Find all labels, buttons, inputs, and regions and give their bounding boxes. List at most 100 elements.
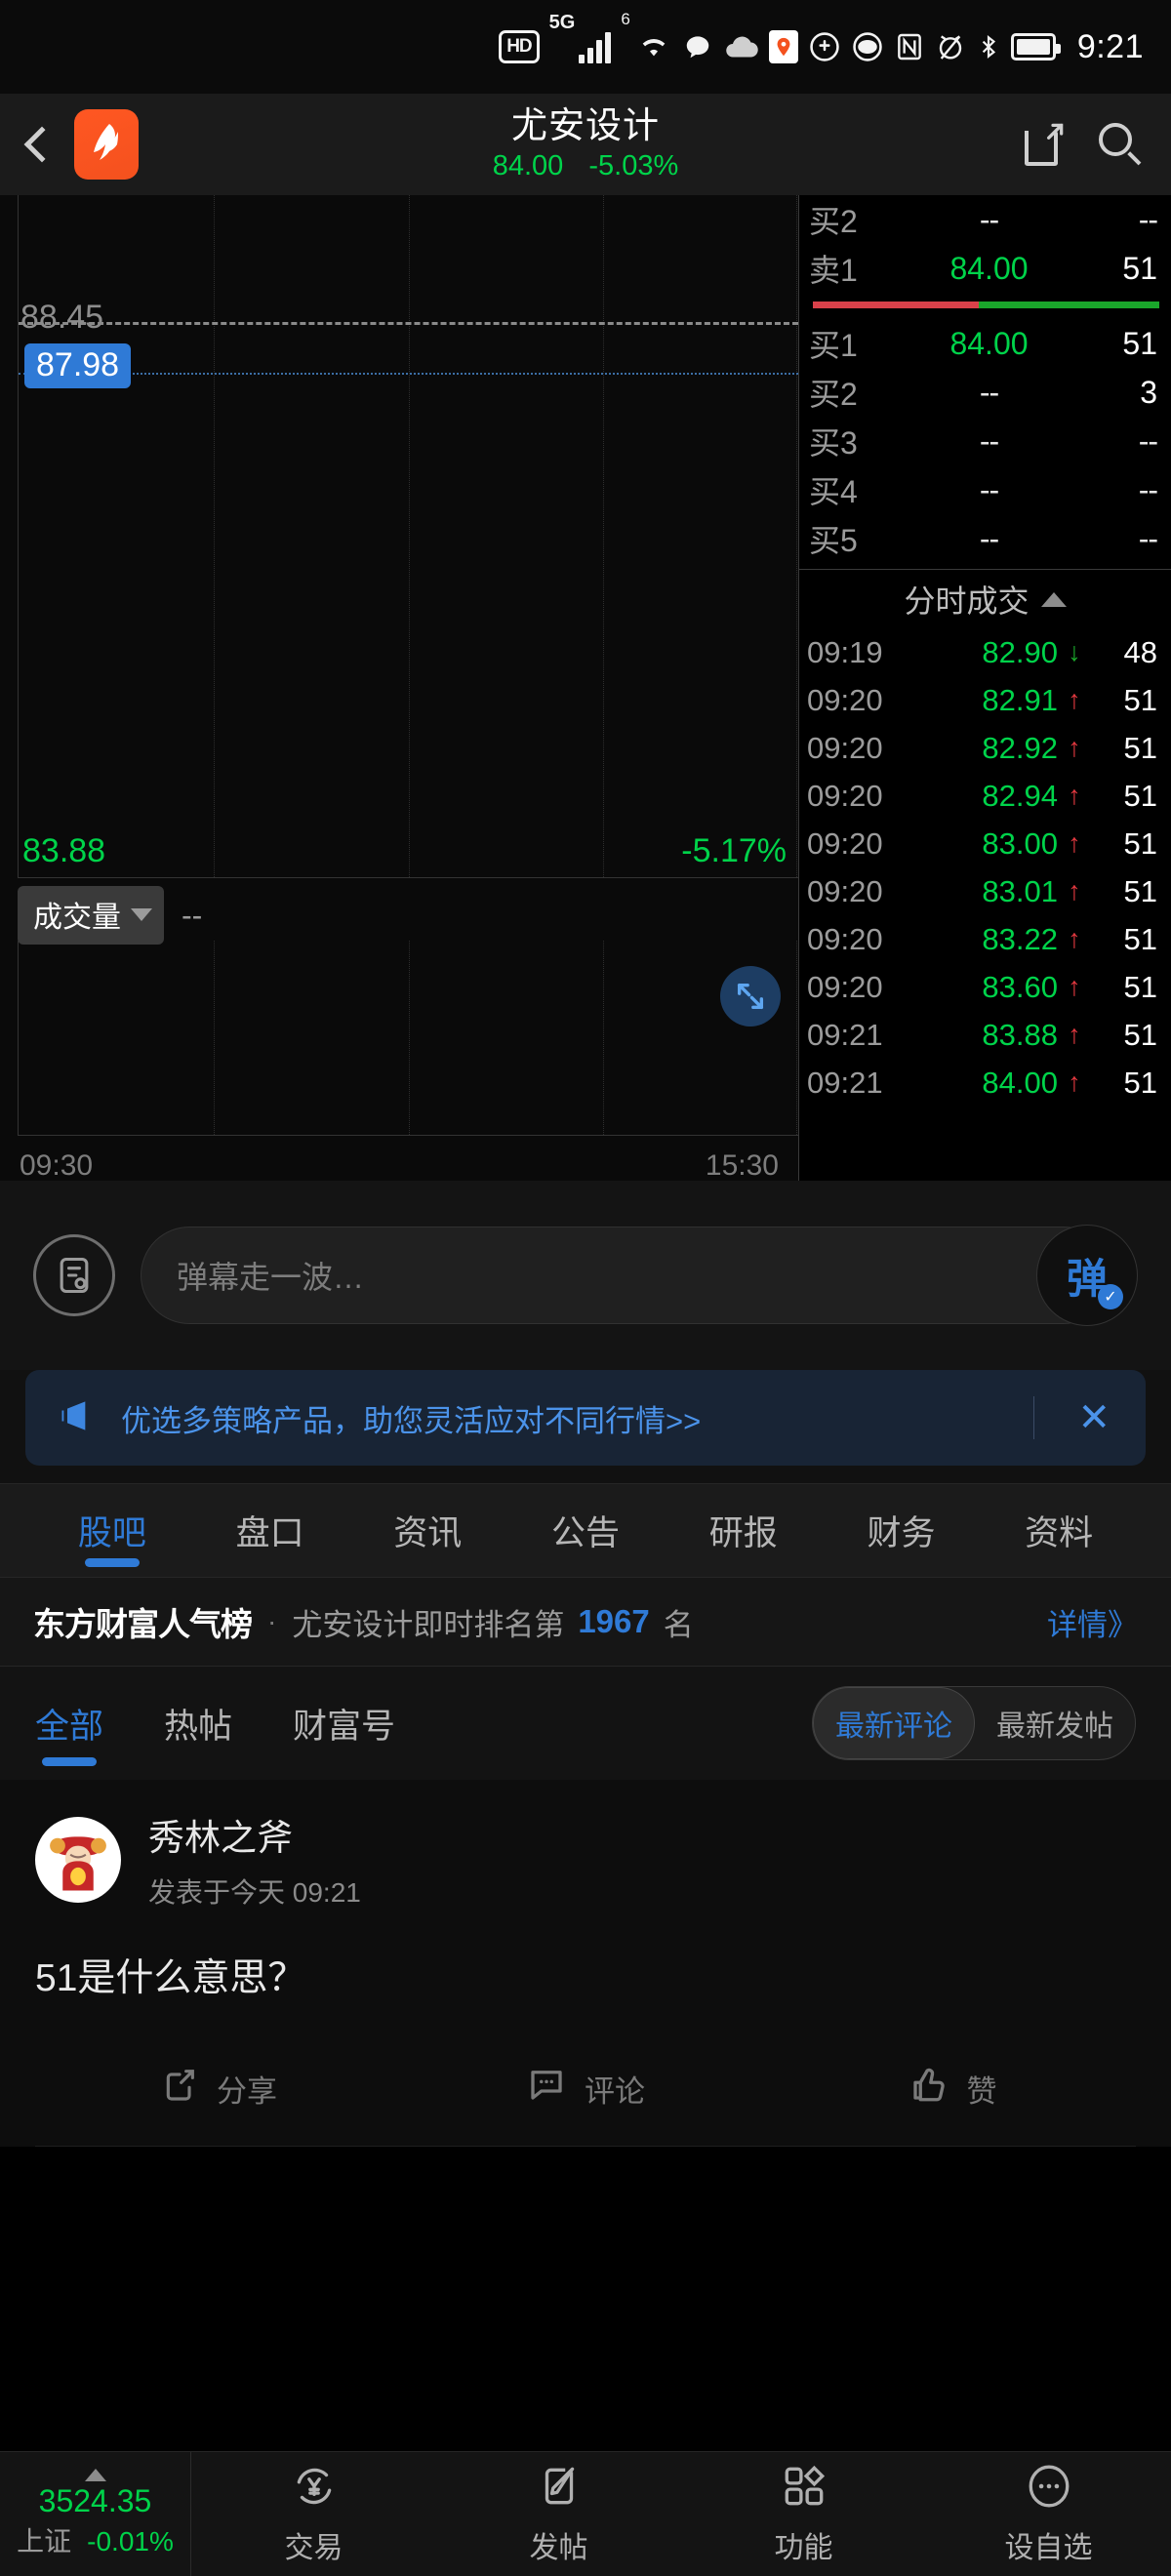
orderbook-row[interactable]: 买3 -- -- xyxy=(799,417,1171,465)
tab-caiwu[interactable]: 财务 xyxy=(823,1484,981,1577)
ad-divider xyxy=(1033,1396,1035,1439)
index-summary[interactable]: 3524.35 上证 -0.01% xyxy=(0,2452,191,2576)
page-title: 尤安设计 xyxy=(511,105,660,146)
orderbook-row-price: -- xyxy=(979,423,999,459)
buy-sell-ratio-bar xyxy=(813,302,1159,308)
caret-up-icon xyxy=(84,2469,106,2481)
tick-list-header[interactable]: 分时成交 xyxy=(799,570,1171,628)
close-icon[interactable]: ✕ xyxy=(1056,1395,1114,1440)
orderbook-row[interactable]: 买4 -- -- xyxy=(799,465,1171,514)
check-icon: ✓ xyxy=(1098,1284,1123,1309)
filter-tab-hot[interactable]: 热帖 xyxy=(164,1667,232,1780)
tab-label: 财务 xyxy=(867,1514,936,1552)
danmu-placeholder: 弹幕走一波… xyxy=(177,1260,365,1295)
orderbook-row-volume: 51 xyxy=(1122,325,1157,361)
share-icon[interactable] xyxy=(1025,123,1064,166)
post-content[interactable]: 51是什么意思？ xyxy=(35,1953,1136,2005)
volume-indicator-label: 成交量 xyxy=(33,902,121,934)
back-button[interactable] xyxy=(23,126,61,163)
tick-time: 09:19 xyxy=(807,634,883,669)
orderbook-row-price: -- xyxy=(979,471,999,507)
sort-latest-post[interactable]: 最新发帖 xyxy=(975,1687,1135,1759)
tick-time: 09:20 xyxy=(807,825,883,861)
compose-icon xyxy=(535,2462,584,2516)
tick-direction-up-icon: ↑ xyxy=(1068,781,1081,810)
tick-row: 09:20 83.60 ↑ 51 xyxy=(799,963,1171,1011)
nav-trade[interactable]: 交易 xyxy=(191,2462,436,2566)
ratio-sell-segment xyxy=(813,302,980,308)
tick-time: 09:20 xyxy=(807,873,883,908)
tab-guba[interactable]: 股吧 xyxy=(33,1484,191,1577)
post-like-button[interactable]: 赞 xyxy=(769,2064,1136,2113)
nav-watchlist[interactable]: 设自选 xyxy=(926,2462,1171,2566)
signal-bars-icon xyxy=(579,30,612,63)
tick-time: 09:20 xyxy=(807,969,883,1004)
index-name: 上证 xyxy=(17,2526,72,2556)
orderbook-row[interactable]: 买1 84.00 51 xyxy=(799,319,1171,368)
network-type-label: 5G xyxy=(548,12,576,33)
tick-volume: 51 xyxy=(1123,825,1157,861)
tick-price: 82.90 xyxy=(982,634,1058,669)
tick-row: 09:20 83.01 ↑ 51 xyxy=(799,867,1171,915)
tab-ziliao[interactable]: 资料 xyxy=(980,1484,1138,1577)
post-divider xyxy=(35,2146,1136,2148)
filter-tab-caifuhao[interactable]: 财富号 xyxy=(293,1667,395,1780)
tab-label: 资料 xyxy=(1025,1514,1094,1552)
post-timestamp: 发表于今天 09:21 xyxy=(148,1877,361,1909)
filter-tab-all[interactable]: 全部 xyxy=(35,1667,103,1780)
post-share-button[interactable]: 分享 xyxy=(35,2064,402,2113)
price-chart[interactable]: 88.45 87.98 83.88 -5.17% xyxy=(18,195,798,878)
volume-indicator-selector[interactable]: 成交量 xyxy=(18,886,164,945)
tab-yanbao[interactable]: 研报 xyxy=(665,1484,823,1577)
volume-chart[interactable] xyxy=(18,941,798,1136)
danmu-send-button[interactable]: 弹 ✓ xyxy=(1036,1225,1138,1326)
tick-price: 83.60 xyxy=(982,969,1058,1004)
tick-volume: 51 xyxy=(1123,778,1157,813)
tick-time: 09:20 xyxy=(807,730,883,765)
nav-label: 发帖 xyxy=(529,2532,588,2564)
tick-volume: 51 xyxy=(1123,921,1157,956)
share-icon xyxy=(160,2064,199,2113)
rank-details-link[interactable]: 详情》 xyxy=(1047,1600,1138,1644)
popularity-rank-bar[interactable]: 东方财富人气榜 · 尤安设计即时排名第 1967 名 详情》 xyxy=(0,1577,1171,1667)
cloud-icon xyxy=(724,33,759,60)
location-icon xyxy=(768,30,798,63)
orderbook-row-price: -- xyxy=(979,374,999,410)
tick-list-title: 分时成交 xyxy=(904,584,1030,619)
expand-chart-button[interactable] xyxy=(720,966,781,1026)
tab-gonggao[interactable]: 公告 xyxy=(506,1484,665,1577)
more-icon xyxy=(1025,2462,1073,2516)
eye-icon xyxy=(851,30,884,63)
orderbook-row-label: 买4 xyxy=(809,474,858,509)
tick-direction-up-icon: ↑ xyxy=(1068,876,1081,906)
tab-zixun[interactable]: 资讯 xyxy=(348,1484,506,1577)
orderbook-row[interactable]: 卖1 84.00 51 xyxy=(799,244,1171,293)
tick-volume: 51 xyxy=(1123,873,1157,908)
avatar[interactable] xyxy=(35,1817,121,1903)
bluetooth-icon xyxy=(976,30,1001,63)
post-username[interactable]: 秀林之斧 xyxy=(148,1817,361,1860)
tab-pankou[interactable]: 盘口 xyxy=(191,1484,349,1577)
sort-latest-comment[interactable]: 最新评论 xyxy=(813,1687,975,1759)
danmu-input[interactable]: 弹幕走一波… xyxy=(141,1227,1112,1324)
orderbook-row[interactable]: 买2 -- 3 xyxy=(799,368,1171,417)
clock-label: 9:21 xyxy=(1076,27,1144,65)
filter-tab-label: 全部 xyxy=(35,1707,104,1746)
chart-high-label: 88.45 xyxy=(20,299,104,336)
orderbook-row-label: 卖1 xyxy=(809,253,858,288)
nav-post[interactable]: 发帖 xyxy=(436,2462,681,2566)
nav-functions[interactable]: 功能 xyxy=(681,2462,926,2566)
time-axis-end: 15:30 xyxy=(705,1149,779,1182)
high-reference-line xyxy=(19,322,798,325)
post-action-label: 评论 xyxy=(585,2073,645,2109)
post-comment-button[interactable]: 评论 xyxy=(402,2064,769,2113)
orderbook-row[interactable]: 买5 -- -- xyxy=(799,514,1171,563)
search-icon[interactable] xyxy=(1099,123,1142,166)
tick-volume: 51 xyxy=(1123,682,1157,717)
ad-banner[interactable]: 优选多策略产品，助您灵活应对不同行情>> ✕ xyxy=(25,1370,1146,1466)
danmu-settings-icon[interactable] xyxy=(33,1234,115,1316)
orderbook-row-price: 84.00 xyxy=(949,250,1029,286)
tick-row: 09:20 82.92 ↑ 51 xyxy=(799,724,1171,772)
orderbook-row[interactable]: 买2 -- -- xyxy=(799,195,1171,244)
orderbook-row-volume: 3 xyxy=(1140,374,1157,410)
